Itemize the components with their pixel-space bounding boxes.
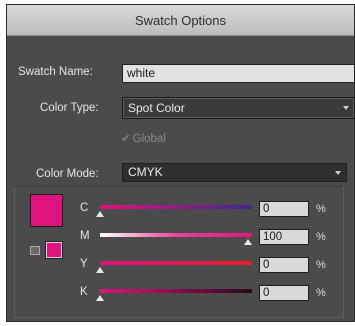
black-slider-thumb[interactable] <box>96 295 104 301</box>
magenta-percent: % <box>316 231 326 243</box>
web-safe-swatch[interactable] <box>46 242 62 258</box>
chevron-down-icon <box>343 106 349 110</box>
dialog-title: Swatch Options <box>7 5 354 36</box>
yellow-slider-thumb[interactable] <box>96 267 104 273</box>
color-preview-swatch <box>30 194 63 227</box>
magenta-slider-thumb[interactable] <box>244 239 252 245</box>
checkmark-icon: ✔ <box>121 133 131 145</box>
cyan-slider-thumb[interactable] <box>96 211 104 217</box>
color-mode-value: CMYK <box>128 165 163 179</box>
cyan-value-input[interactable]: 0 <box>259 201 309 217</box>
black-label: K <box>80 286 88 298</box>
out-of-gamut-cube-icon[interactable] <box>30 246 40 255</box>
color-type-value: Spot Color <box>128 101 185 115</box>
swatch-name-label: Swatch Name: <box>18 66 93 78</box>
color-mode-select[interactable]: CMYK <box>122 163 347 182</box>
yellow-percent: % <box>316 259 326 271</box>
magenta-value-input[interactable]: 100 <box>259 229 309 245</box>
cyan-slider-track[interactable] <box>100 205 252 209</box>
black-slider-track[interactable] <box>100 289 252 293</box>
global-checkbox[interactable]: ✔ Global <box>121 131 166 145</box>
magenta-slider-track[interactable] <box>100 233 252 237</box>
yellow-label: Y <box>80 258 88 270</box>
black-percent: % <box>316 287 326 299</box>
global-checkbox-label: Global <box>132 133 166 145</box>
yellow-value-input[interactable]: 0 <box>259 257 309 273</box>
color-type-select[interactable]: Spot Color <box>122 97 355 119</box>
cyan-label: C <box>80 202 89 214</box>
magenta-label: M <box>80 230 90 242</box>
yellow-slider-track[interactable] <box>100 261 252 265</box>
chevron-down-icon <box>335 170 341 175</box>
swatch-name-input[interactable]: white <box>122 64 355 83</box>
cyan-percent: % <box>316 203 326 215</box>
black-value-input[interactable]: 0 <box>259 285 309 301</box>
color-mode-label: Color Mode: <box>36 168 99 180</box>
color-type-label: Color Type: <box>40 102 99 114</box>
